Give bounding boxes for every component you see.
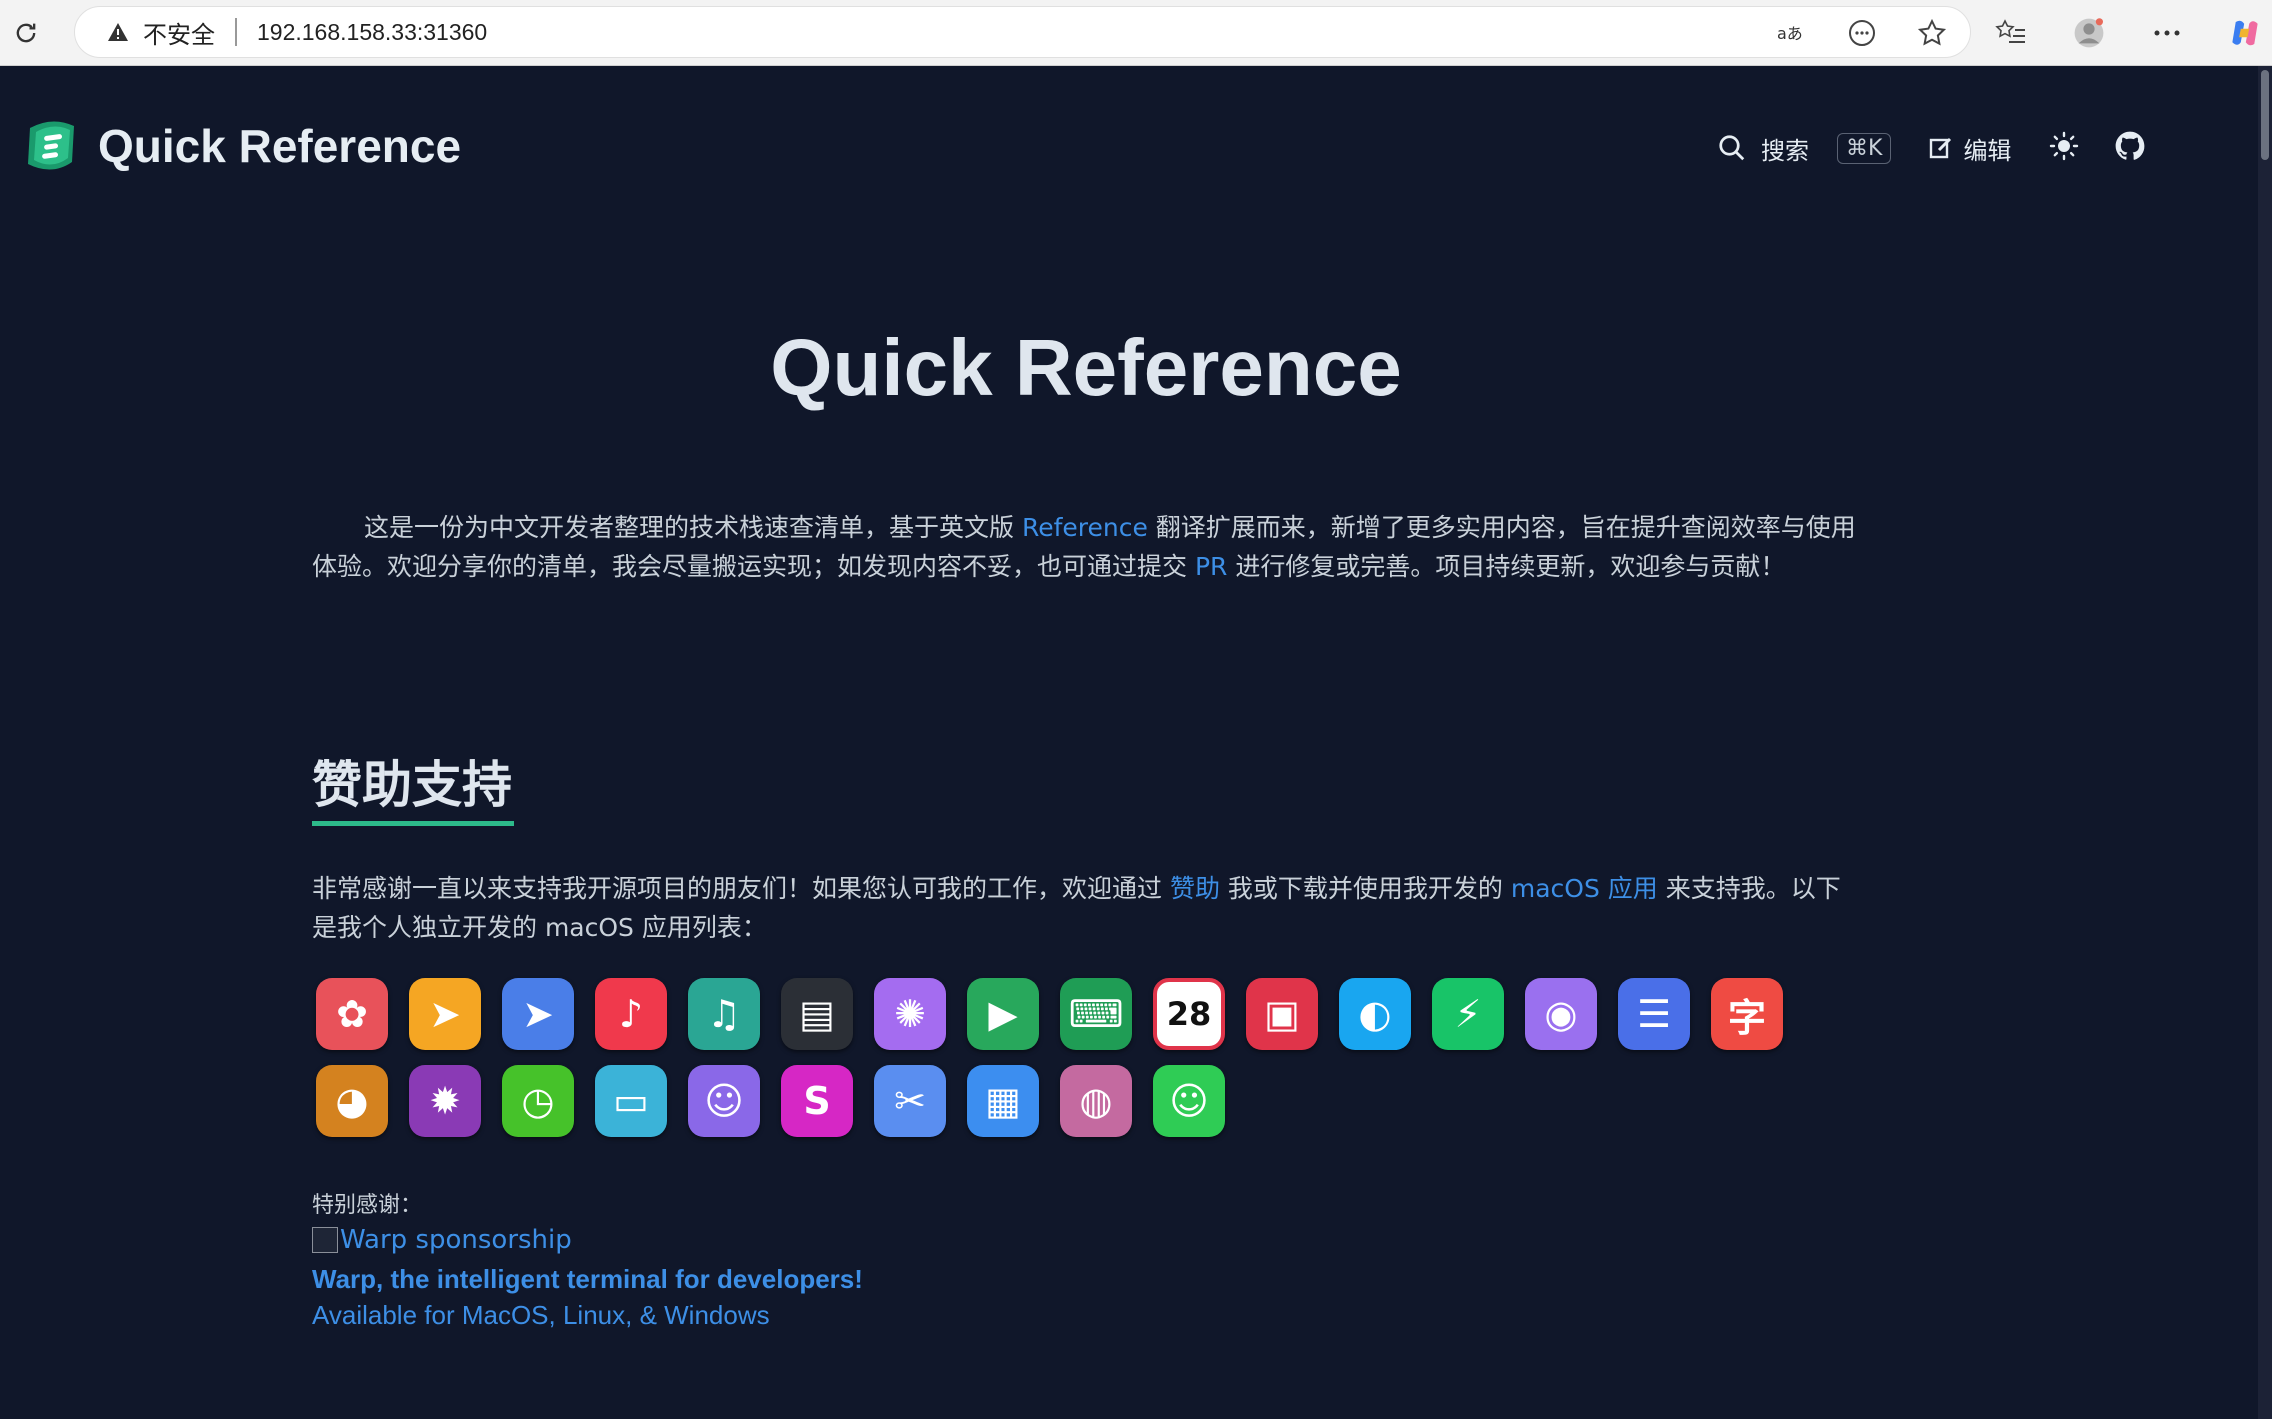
site-header: Quick Reference 搜索 ⌘K 编辑 <box>0 66 2258 236</box>
reload-icon[interactable] <box>6 13 46 53</box>
intro-text-3: 进行修复或完善。项目持续更新，欢迎参与贡献！ <box>1227 552 1786 581</box>
pinwheel-app-icon[interactable]: ✿ <box>316 978 388 1050</box>
search-label: 搜索 <box>1761 136 1809 165</box>
insecure-label[interactable]: 不安全 <box>143 15 215 50</box>
svg-text:aあ: aあ <box>1777 24 1803 43</box>
edit-button[interactable]: 编辑 <box>1929 131 2011 166</box>
intro-text-1: 这是一份为中文开发者整理的技术栈速查清单，基于英文版 <box>364 513 1022 542</box>
search-button[interactable]: 搜索 ⌘K <box>1717 131 1892 166</box>
globe-art-app-icon[interactable]: ◍ <box>1060 1065 1132 1137</box>
sponsor-heading-underline <box>312 821 514 826</box>
warning-icon[interactable] <box>105 19 131 45</box>
broken-image-icon <box>312 1227 338 1253</box>
copilot-icon[interactable] <box>2229 17 2261 49</box>
sponsor-paragraph: 非常感谢一直以来支持我开源项目的朋友们！如果您认可我的工作，欢迎通过 赞助 我或… <box>312 869 1860 947</box>
timer-app-icon[interactable]: ◷ <box>502 1065 574 1137</box>
music-teal-app-icon[interactable]: ♫ <box>688 978 760 1050</box>
cursor-app-icon[interactable]: ➤ <box>502 978 574 1050</box>
bird-app-icon[interactable]: ◕ <box>316 1065 388 1137</box>
pr-link[interactable]: PR <box>1195 552 1227 581</box>
site-logo[interactable]: Quick Reference <box>22 118 461 174</box>
settings-more-icon[interactable] <box>2151 17 2183 49</box>
photo-app-icon[interactable]: ▣ <box>1246 978 1318 1050</box>
keyboard-app-icon[interactable]: ⌨ <box>1060 978 1132 1050</box>
app-row-1: ✿ ➤ ➤ ♪ ♫ ▤ ✺ ▶ ⌨ 28 ▣ ◐ ⚡ ◉ ☰ 字 <box>316 978 1816 1050</box>
sponsor-text-2: 我或下载并使用我开发的 <box>1219 874 1511 903</box>
more-options-icon[interactable] <box>1846 17 1878 49</box>
logo-icon <box>28 121 74 170</box>
favorite-star-icon[interactable] <box>1916 17 1948 49</box>
battery-app-icon[interactable]: ⚡ <box>1432 978 1504 1050</box>
rss-app-icon[interactable]: ◉ <box>1525 978 1597 1050</box>
list-app-icon[interactable]: ☰ <box>1618 978 1690 1050</box>
pointer-app-icon[interactable]: ◐ <box>1339 978 1411 1050</box>
cursor-mh-app-icon[interactable]: ➤ <box>409 978 481 1050</box>
s-app-icon[interactable]: S <box>781 1065 853 1137</box>
scrollbar-track[interactable] <box>2258 66 2272 1419</box>
search-icon <box>1719 135 1745 161</box>
theme-toggle-button[interactable] <box>2049 131 2079 165</box>
app-icon-grid: ✿ ➤ ➤ ♪ ♫ ▤ ✺ ▶ ⌨ 28 ▣ ◐ ⚡ ◉ ☰ 字 ◕ ✹ ◷ ▭ ☺ S ✂ ▦ ◍ ☺ <box>316 978 1816 1152</box>
tools-app-icon[interactable]: ✂ <box>874 1065 946 1137</box>
sponsor-link[interactable]: 赞助 <box>1170 874 1220 903</box>
music-app-icon[interactable]: ♪ <box>595 978 667 1050</box>
read-aloud-icon[interactable]: aあ <box>1776 17 1808 49</box>
warp-title-link[interactable]: Warp, the intelligent terminal for devel… <box>312 1264 863 1295</box>
url-text[interactable]: 192.168.158.33:31360 <box>257 19 487 46</box>
intro-paragraph: 这是一份为中文开发者整理的技术栈速查清单，基于英文版 Reference 翻译扩… <box>312 508 1860 586</box>
terminal-app-icon[interactable]: ▤ <box>781 978 853 1050</box>
top-nav: 搜索 ⌘K 编辑 <box>1717 128 2145 168</box>
warp-subtitle-link[interactable]: Available for MacOS, Linux, & Windows <box>312 1300 770 1331</box>
special-thanks-label: 特别感谢： <box>312 1193 423 1218</box>
github-icon <box>2116 131 2145 160</box>
search-shortcut-badge: ⌘K <box>1837 132 1892 164</box>
sponsor-heading: 赞助支持 <box>312 756 512 814</box>
color-burst-app-icon[interactable]: ✹ <box>409 1065 481 1137</box>
sun-icon <box>2050 131 2079 161</box>
play-app-icon[interactable]: ▶ <box>967 978 1039 1050</box>
app-row-2: ◕ ✹ ◷ ▭ ☺ S ✂ ▦ ◍ ☺ <box>316 1065 1816 1137</box>
address-separator <box>235 18 237 46</box>
reference-link[interactable]: Reference <box>1022 513 1148 542</box>
edit-icon <box>1930 137 1952 159</box>
browser-toolbar: 不安全 192.168.158.33:31360 aあ <box>0 0 2272 66</box>
warp-image-alt-text: Warp sponsorship <box>340 1225 572 1255</box>
macos-apps-link[interactable]: macOS 应用 <box>1511 874 1658 903</box>
voice-app-icon[interactable]: ☺ <box>688 1065 760 1137</box>
document-app-icon[interactable]: ▦ <box>967 1065 1039 1137</box>
sponsor-text-1: 非常感谢一直以来支持我开源项目的朋友们！如果您认可我的工作，欢迎通过 <box>312 874 1170 903</box>
github-link[interactable] <box>2115 131 2145 165</box>
favorites-list-icon[interactable] <box>1995 17 2027 49</box>
warp-sponsor-image-link[interactable]: Warp sponsorship <box>312 1225 572 1255</box>
edit-label: 编辑 <box>1963 136 2012 165</box>
spark-app-icon[interactable]: ✺ <box>874 978 946 1050</box>
folder-app-icon[interactable]: ▭ <box>595 1065 667 1137</box>
smile-app-icon[interactable]: ☺ <box>1153 1065 1225 1137</box>
logo-text[interactable]: Quick Reference <box>98 119 461 173</box>
address-bar[interactable]: 不安全 192.168.158.33:31360 aあ <box>74 6 1971 58</box>
page-title: Quick Reference <box>770 323 1402 412</box>
scrollbar-thumb[interactable] <box>2261 70 2269 160</box>
font-app-icon[interactable]: 字 <box>1711 978 1783 1050</box>
calendar-app-icon[interactable]: 28 <box>1153 978 1225 1050</box>
profile-avatar-icon[interactable] <box>2073 17 2105 49</box>
